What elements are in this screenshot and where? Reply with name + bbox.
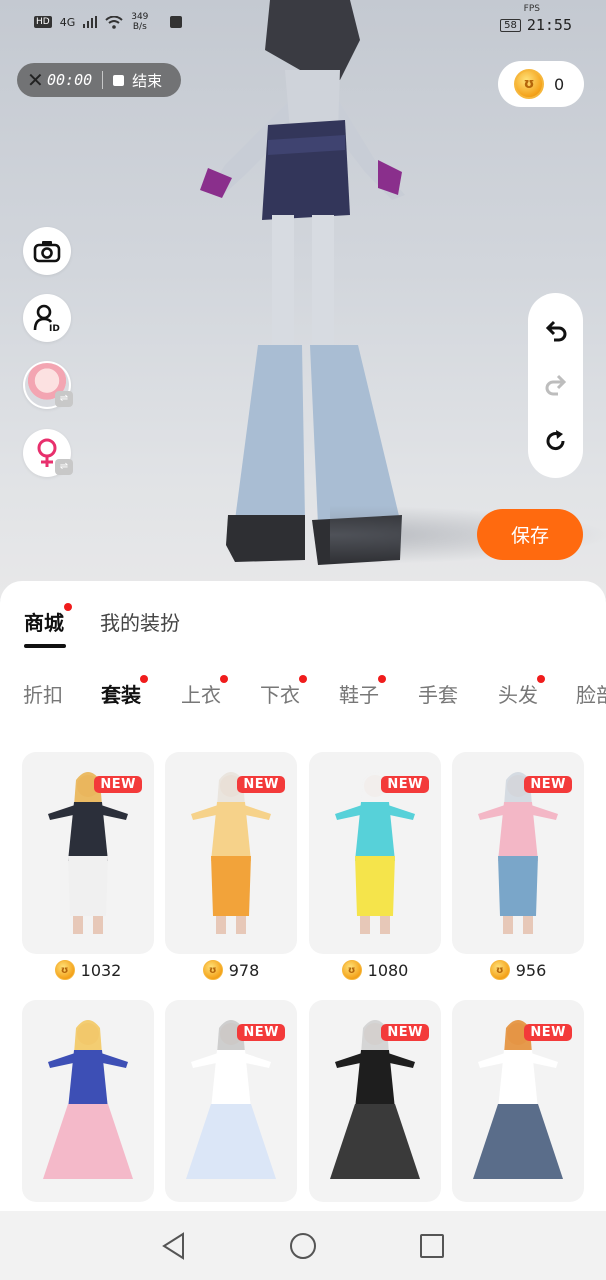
outfit-price: ʊ 1080 [309,960,441,980]
outfit-price: ʊ 1032 [22,960,154,980]
signal-icon [83,16,98,28]
category-tabs: 折扣 套装 上衣 下衣 鞋子 手套 头发 脸部 [0,675,606,711]
profile-id-button[interactable]: ID [23,294,71,342]
camera-button[interactable] [23,227,71,275]
recording-time: 00:00 [47,71,93,89]
profile-id-icon: ID [33,304,60,332]
outfit-figure-image [43,1020,133,1179]
save-button[interactable]: 保存 [477,509,583,560]
svg-text:ID: ID [49,324,60,332]
price-value: 1080 [367,960,409,980]
coin-icon: ʊ [514,69,544,99]
outfit-price: ʊ 978 [165,960,297,980]
network-speed: 349 B/s [131,12,149,32]
category-gloves[interactable]: 手套 [418,679,458,708]
category-hair[interactable]: 头发 [498,675,545,708]
outfit-figure-image [335,772,415,934]
outfit-price: ʊ 956 [452,960,584,980]
price-value: 978 [228,960,260,980]
notification-dot [140,675,148,683]
wifi-icon [105,15,123,29]
undo-icon [545,320,567,342]
history-controls [528,293,583,478]
outfit-figure-image [478,772,558,934]
outfit-card[interactable] [22,1000,154,1202]
divider [102,71,104,89]
reset-icon [546,430,565,451]
status-bar: HD 4G 349 B/s FPS 58 21:55 [0,0,606,46]
new-badge: NEW [381,776,429,793]
clock: 21:55 [526,16,572,34]
price-value: 956 [515,960,547,980]
new-badge: NEW [237,776,285,793]
recents-square-icon [419,1233,444,1258]
notification-dot [64,603,72,611]
back-triangle-icon [162,1231,185,1260]
outfit-card[interactable]: NEW [309,1000,441,1202]
new-badge: NEW [237,1024,285,1041]
home-circle-icon [289,1232,316,1259]
new-badge: NEW [524,776,572,793]
outfit-figure-image [330,1020,420,1179]
battery-level: 58 [500,18,521,32]
active-tab-indicator [24,644,66,648]
notification-dot [220,675,228,683]
outfit-figure-image [191,772,271,934]
avatar-switch-button[interactable]: ⇌ [23,361,73,409]
outfit-card[interactable]: NEW [452,1000,584,1202]
stop-recording-button[interactable]: 结束 [132,70,162,91]
new-badge: NEW [524,1024,572,1041]
tab-shop[interactable]: 商城 [24,603,72,636]
coin-icon: ʊ [202,960,223,980]
new-badge: NEW [381,1024,429,1041]
coin-icon: ʊ [54,960,75,980]
coin-balance-value: 0 [554,74,565,94]
notification-dot [537,675,545,683]
screen-record-indicator-icon [170,16,183,28]
outfit-card[interactable]: NEW [165,752,297,954]
main-tabs: 商城 我的装扮 [24,603,180,636]
coin-balance[interactable]: ʊ 0 [498,61,584,107]
home-button[interactable] [283,1226,323,1266]
close-icon[interactable]: ✕ [27,69,49,91]
outfit-card[interactable]: NEW [165,1000,297,1202]
recents-button[interactable] [412,1226,452,1266]
network-type: 4G [59,15,76,29]
coin-icon: ʊ [489,960,510,980]
new-badge: NEW [94,776,142,793]
category-face[interactable]: 脸部 [576,679,606,708]
hd-indicator: HD [34,16,52,28]
outfit-figure-image [186,1020,276,1179]
stop-icon [113,74,125,86]
outfit-figure-image [473,1020,563,1179]
swap-icon: ⇌ [55,459,73,475]
screen-recording-pill[interactable]: ✕ 00:00 结束 [17,63,181,97]
back-button[interactable] [154,1226,194,1266]
swap-icon: ⇌ [55,391,73,407]
category-tops[interactable]: 上衣 [181,675,228,708]
redo-icon [545,374,567,396]
outfit-figure-image [48,772,128,934]
reset-button[interactable] [542,427,570,455]
undo-button[interactable] [542,317,570,345]
system-nav-bar [0,1211,606,1280]
category-shoes[interactable]: 鞋子 [339,675,386,708]
notification-dot [378,675,386,683]
outfit-card[interactable]: NEW [309,752,441,954]
price-value: 1032 [80,960,122,980]
redo-button[interactable] [542,371,570,399]
category-discount[interactable]: 折扣 [23,679,63,708]
category-bottoms[interactable]: 下衣 [260,675,307,708]
outfit-card[interactable]: NEW [22,752,154,954]
camera-icon [33,241,61,263]
shop-panel: 商城 我的装扮 折扣 套装 上衣 下衣 鞋子 手套 头发 脸部 NEWʊ1032… [0,581,606,1221]
notification-dot [299,675,307,683]
gender-switch-button[interactable]: ⇌ [23,429,73,477]
outfit-card[interactable]: NEW [452,752,584,954]
tab-my-outfits[interactable]: 我的装扮 [100,607,180,636]
coin-icon: ʊ [341,960,362,980]
category-suits[interactable]: 套装 [101,675,148,708]
